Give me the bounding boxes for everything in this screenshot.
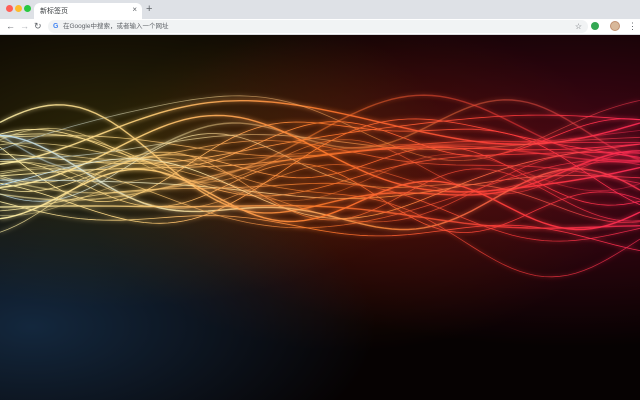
wave-strand [0, 182, 640, 242]
profile-avatar[interactable] [610, 21, 620, 31]
tab-close-icon[interactable]: × [132, 5, 137, 15]
new-tab-wallpaper [0, 35, 640, 400]
bookmark-star-icon[interactable]: ☆ [575, 21, 582, 32]
address-bar[interactable]: G 在Google中搜索，或者输入一个网址 ☆ [48, 20, 588, 33]
wave-strands [0, 94, 640, 278]
google-icon: G [53, 23, 59, 30]
forward-button[interactable]: → [20, 21, 29, 32]
light-waves-graphic [0, 94, 640, 278]
tab-strip: 新标签页 × + [0, 0, 640, 19]
reload-button[interactable]: ↻ [34, 21, 42, 32]
extension-icon[interactable] [591, 22, 599, 30]
tab-new-tab-page[interactable]: 新标签页 × [34, 3, 142, 19]
address-bar-placeholder: 在Google中搜索，或者输入一个网址 [63, 23, 169, 30]
back-button[interactable]: ← [6, 21, 15, 32]
wave-strand [0, 201, 640, 251]
browser-toolbar: ← → ↻ G 在Google中搜索，或者输入一个网址 ☆ ⋮ [0, 19, 640, 35]
wave-strand [0, 118, 640, 224]
wave-strand [0, 99, 640, 171]
tab-title: 新标签页 [40, 8, 68, 15]
maximize-window-icon[interactable] [24, 5, 31, 12]
wave-strand [0, 145, 640, 201]
close-window-icon[interactable] [6, 5, 13, 12]
minimize-window-icon[interactable] [15, 5, 22, 12]
menu-icon[interactable]: ⋮ [628, 21, 637, 32]
new-tab-button[interactable]: + [146, 3, 152, 15]
browser-window: 新标签页 × + ← → ↻ G 在Google中搜索，或者输入一个网址 ☆ ⋮ [0, 0, 640, 400]
